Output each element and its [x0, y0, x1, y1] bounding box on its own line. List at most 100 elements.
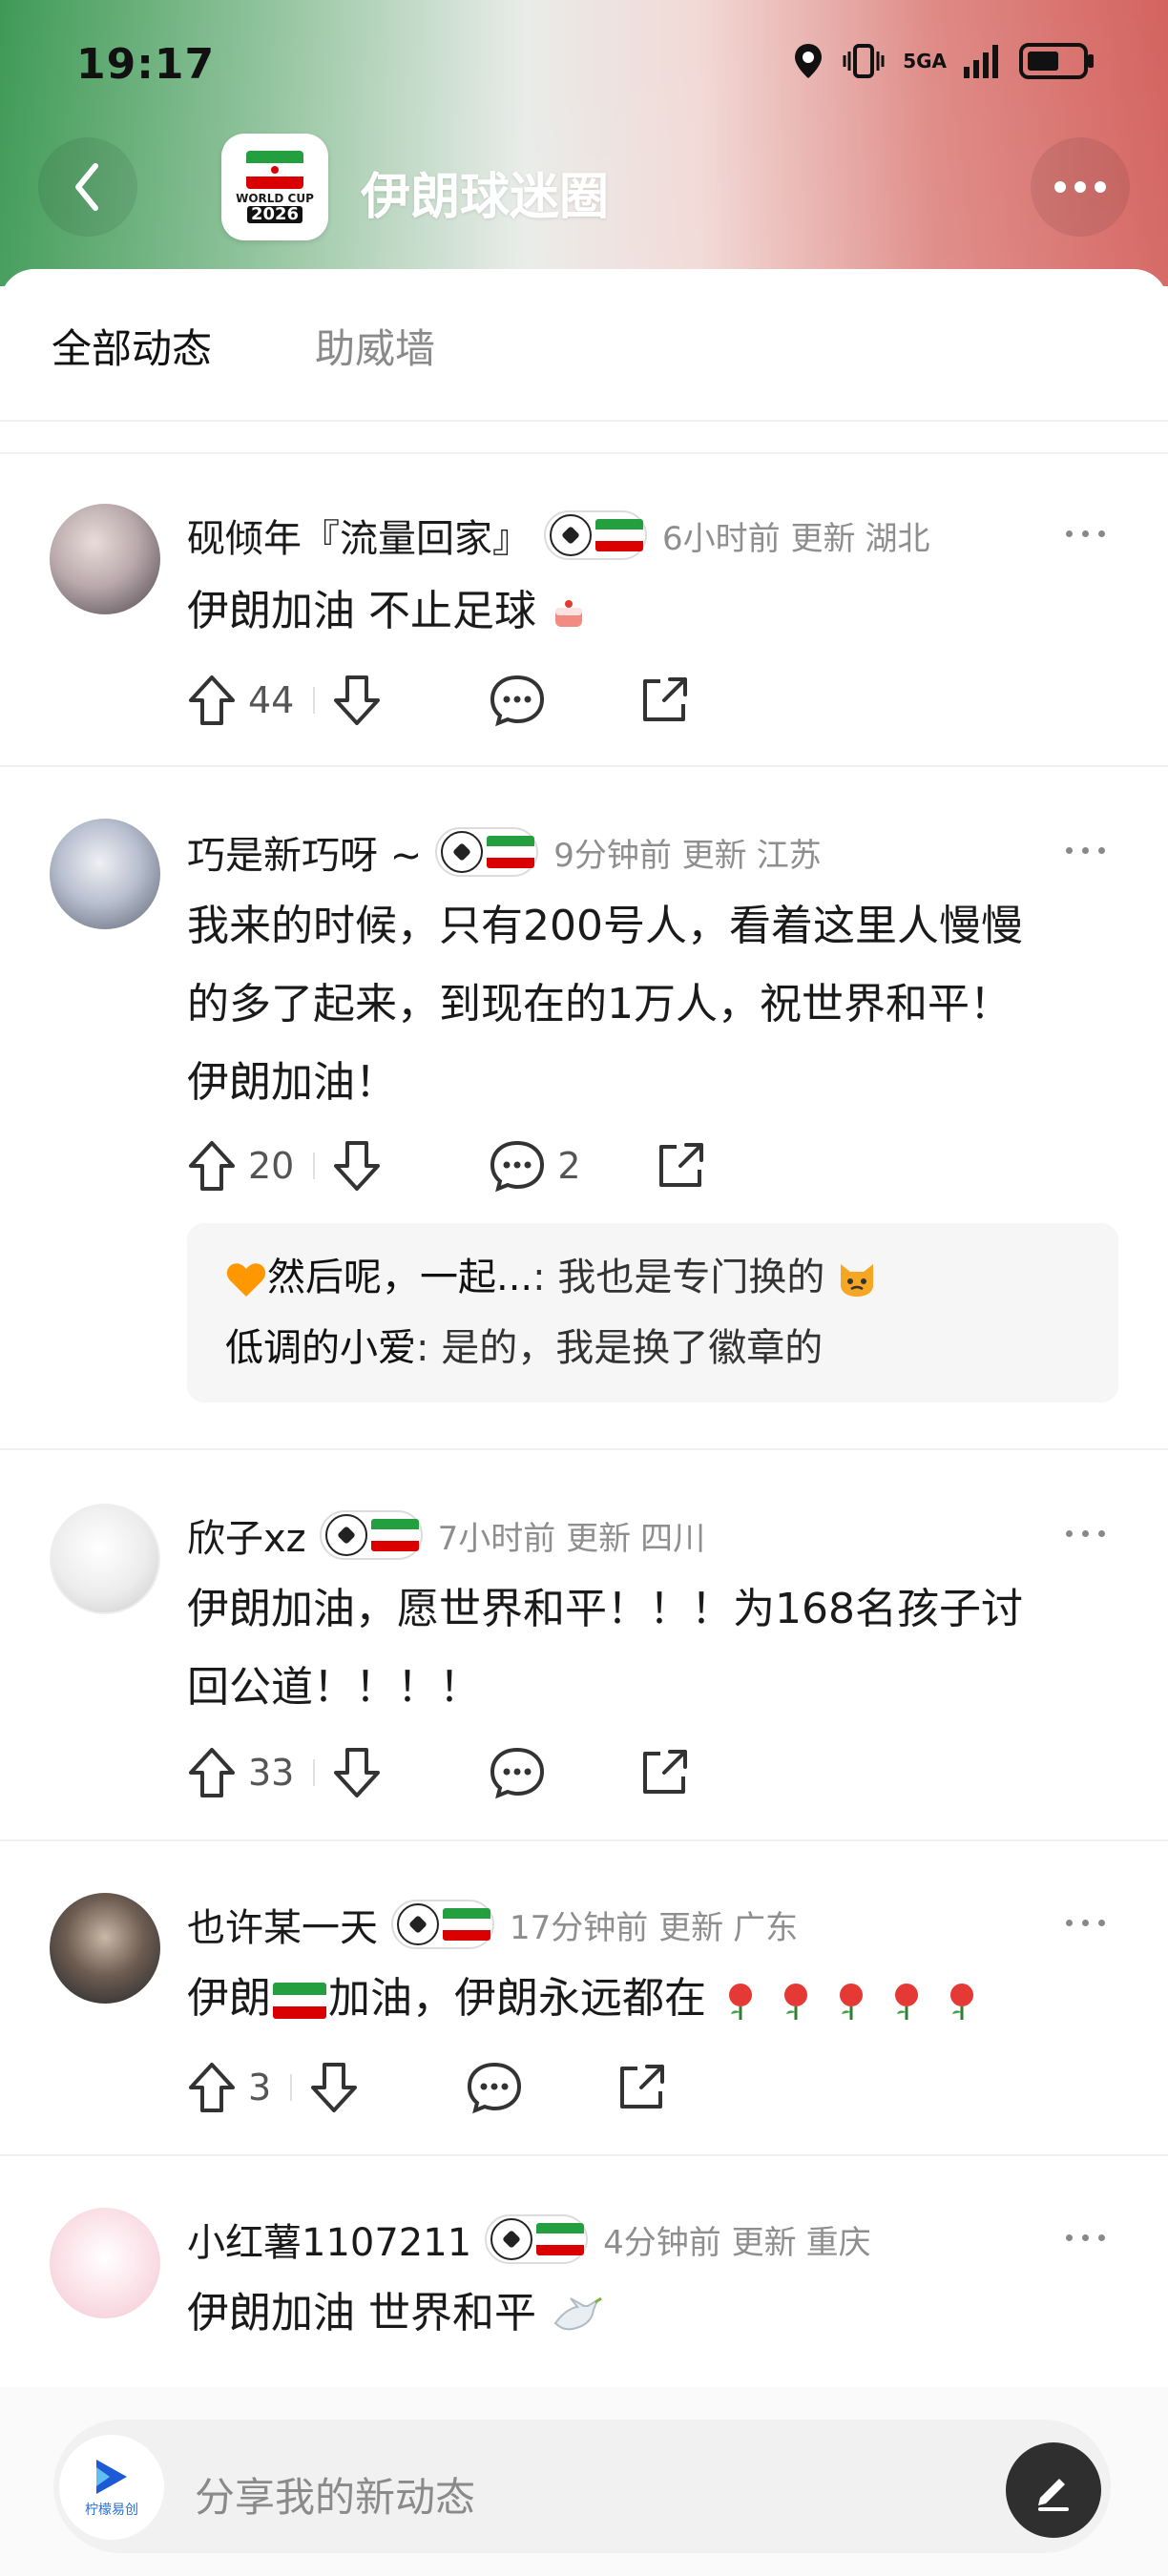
downvote-button[interactable]: [309, 2061, 359, 2114]
username[interactable]: 砚倾年『流量回家』: [187, 508, 531, 563]
fan-badge: [544, 510, 647, 560]
orange-heart-icon: [226, 1263, 266, 1297]
reply-preview[interactable]: 然后呢，一起...: 我也是专门换的 低调的小爱: 是的，我是换了徽章的: [187, 1223, 1118, 1402]
arrow-up-icon: [189, 1141, 235, 1191]
separator: [290, 2074, 293, 2101]
share-button[interactable]: [637, 674, 691, 727]
iran-flag-icon: [487, 836, 535, 868]
arrow-down-icon: [334, 675, 381, 725]
avatar[interactable]: [50, 2208, 160, 2318]
soccer-ball-icon: [441, 831, 484, 873]
status-icons: 5GA: [792, 42, 1095, 80]
rose-emoji-row: [720, 1974, 983, 2023]
divider: [0, 452, 1168, 454]
fan-badge: [435, 827, 539, 877]
compose-button[interactable]: [1006, 2442, 1101, 2538]
back-button[interactable]: [38, 137, 137, 237]
more-button[interactable]: [1031, 137, 1130, 237]
rose-icon: [840, 1984, 863, 2020]
post-text-content: 加油，伊朗永远都在: [328, 1974, 706, 2023]
iran-flag-icon: [595, 519, 643, 551]
username[interactable]: 也许某一天: [187, 1897, 378, 1952]
post-time: 4分钟前 更新: [603, 2223, 797, 2262]
comment-icon: [490, 675, 545, 727]
reply-item: 低调的小爱: 是的，我是换了徽章的: [225, 1313, 1080, 1383]
post-time: 9分钟前 更新: [553, 836, 747, 875]
avatar[interactable]: [50, 1504, 160, 1614]
separator: [313, 1759, 316, 1786]
share-icon: [643, 677, 688, 721]
post-more-button[interactable]: [1066, 2234, 1105, 2241]
tab-all-posts[interactable]: 全部动态: [52, 317, 212, 375]
soccer-ball-icon: [550, 514, 592, 556]
username[interactable]: 巧是新巧呀 ~: [187, 824, 422, 880]
post-text-line: 我来的时候，只有200号人，看着这里人慢慢: [187, 902, 1023, 950]
share-button[interactable]: [615, 2061, 668, 2114]
post-divider: [0, 1448, 1168, 1450]
avatar[interactable]: [50, 1893, 160, 2004]
reply-author: 低调的小爱: [225, 1326, 416, 1370]
fan-badge: [391, 1900, 494, 1949]
arrow-up-icon: [189, 2063, 235, 2112]
comment-icon: [468, 2062, 522, 2114]
share-button[interactable]: [654, 1139, 707, 1193]
post-time: 6小时前 更新: [662, 519, 856, 558]
iran-flag-icon: [370, 1519, 419, 1551]
soccer-ball-icon: [397, 1903, 439, 1945]
upvote-button[interactable]: 20: [187, 1139, 294, 1193]
upvote-button[interactable]: 33: [187, 1746, 294, 1799]
post-location: 四川: [640, 1519, 706, 1558]
downvote-button[interactable]: [332, 674, 382, 727]
avatar[interactable]: [50, 504, 160, 614]
username[interactable]: 欣子xz: [187, 1507, 306, 1563]
post-text: 伊朗加油 世界和平: [187, 2275, 1122, 2353]
tab-cheer-wall[interactable]: 助威墙: [315, 317, 435, 375]
avatar[interactable]: [50, 819, 160, 929]
comment-button[interactable]: [466, 2061, 523, 2114]
rose-icon: [784, 1984, 807, 2020]
battery-icon: [1019, 43, 1094, 79]
post-location: 湖北: [865, 519, 930, 558]
post-actions: 44: [187, 662, 691, 738]
app-logo[interactable]: 柠檬易创: [59, 2435, 164, 2540]
arrow-down-icon: [334, 1748, 381, 1797]
downvote-button[interactable]: [332, 1139, 382, 1193]
post-more-button[interactable]: [1066, 530, 1105, 537]
comment-button[interactable]: [489, 674, 546, 727]
post-more-button[interactable]: [1066, 1530, 1105, 1537]
chevron-left-icon: [75, 163, 98, 211]
post-header: 也许某一天 17分钟前 更新 广东: [187, 1897, 798, 1952]
share-icon: [643, 1750, 688, 1794]
fan-badge: [485, 2214, 589, 2264]
post-header: 欣子xz 7小时前 更新 四川: [187, 1507, 705, 1563]
logo-text-line1: WORLD CUP: [236, 192, 314, 205]
post-header: 砚倾年『流量回家』 6小时前 更新 湖北: [187, 508, 929, 563]
comment-button[interactable]: 2: [489, 1139, 581, 1193]
arrow-down-icon: [311, 2063, 358, 2112]
share-icon: [658, 1143, 703, 1187]
post-text-line: 伊朗加油，愿世界和平！！！为168名孩子讨: [187, 1585, 1023, 1633]
post-text-line: 的多了起来，到现在的1万人，祝世界和平！: [187, 980, 1012, 1028]
iran-flag-icon: [443, 1908, 490, 1941]
post-text: 我来的时候，只有200号人，看着这里人慢慢 的多了起来，到现在的1万人，祝世界和…: [187, 887, 1122, 1122]
post-text: 伊朗 加油，伊朗永远都在: [187, 1960, 1122, 2038]
upvote-count: 20: [248, 1145, 295, 1187]
username[interactable]: 小红薯1107211: [187, 2212, 471, 2267]
arrow-up-icon: [189, 1748, 235, 1797]
upvote-count: 3: [248, 2067, 272, 2109]
app-logo-caption: 柠檬易创: [85, 2503, 138, 2518]
upvote-button[interactable]: 44: [187, 674, 294, 727]
downvote-button[interactable]: [332, 1746, 382, 1799]
location-icon: [795, 44, 823, 78]
post-more-button[interactable]: [1066, 1920, 1105, 1926]
upvote-button[interactable]: 3: [187, 2061, 271, 2114]
upvote-count: 44: [248, 679, 295, 721]
comment-icon: [490, 1140, 545, 1193]
soccer-ball-icon: [490, 2218, 533, 2260]
comment-button[interactable]: [489, 1746, 546, 1799]
share-button[interactable]: [637, 1746, 691, 1799]
post-time: 17分钟前 更新: [510, 1908, 724, 1947]
post-more-button[interactable]: [1066, 847, 1105, 854]
composer-placeholder[interactable]: 分享我的新动态: [195, 2465, 475, 2524]
group-logo: WORLD CUP 2026: [221, 134, 328, 240]
